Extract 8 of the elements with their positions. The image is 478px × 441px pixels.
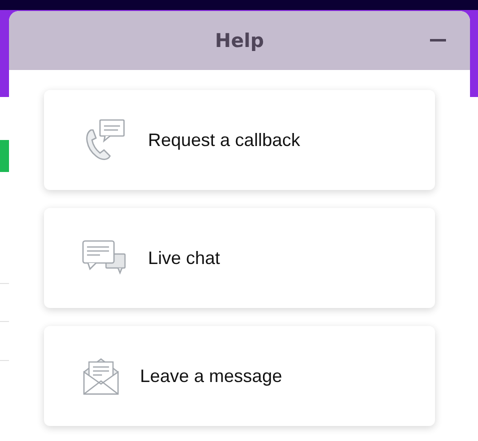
envelope-letter-icon [82,356,120,396]
chat-bubbles-icon [82,240,128,276]
help-option-card[interactable]: Leave a message [44,326,435,426]
help-option-card[interactable]: Request a callback [44,90,435,190]
status-bar-indicator [0,140,9,172]
minimize-icon [430,38,446,42]
panel-title: Help [215,30,264,52]
help-option-card[interactable]: Live chat [44,208,435,308]
